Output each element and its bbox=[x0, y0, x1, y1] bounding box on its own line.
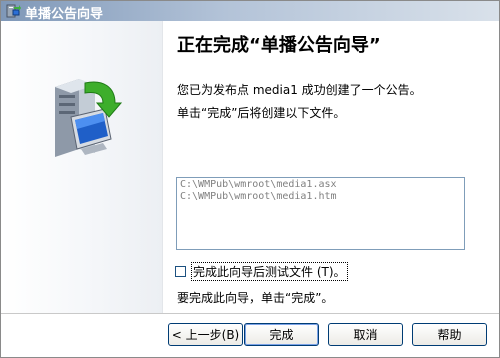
success-message: 您已为发布点 media1 成功创建了一个公告。 bbox=[177, 83, 422, 97]
file-path: C:\WMPub\wmroot\media1.htm bbox=[180, 191, 337, 202]
cancel-button[interactable]: 取消 bbox=[328, 323, 403, 346]
test-files-label[interactable]: 完成此向导后测试文件 (T)。 bbox=[191, 261, 348, 281]
finish-button[interactable]: 完成 bbox=[244, 323, 319, 346]
file-path: C:\WMPub\wmroot\media1.asx bbox=[180, 179, 337, 190]
app-icon bbox=[6, 4, 21, 18]
back-button[interactable]: < 上一步(B) bbox=[168, 323, 243, 346]
finish-instruction: 要完成此向导，单击“完成”。 bbox=[177, 291, 334, 305]
page-title: 正在完成“单播公告向导” bbox=[177, 35, 381, 56]
server-arrow-icon bbox=[55, 79, 123, 157]
created-files-list[interactable]: C:\WMPub\wmroot\media1.asx C:\WMPub\wmro… bbox=[176, 177, 465, 250]
wizard-window: 单播公告向导 正在完成“单播公告向导” 您已为发布点 media1 成功创建了一… bbox=[0, 0, 500, 358]
test-files-checkbox[interactable] bbox=[175, 265, 186, 277]
files-intro: 单击“完成”后将创建以下文件。 bbox=[177, 106, 346, 120]
test-files-option[interactable]: 完成此向导后测试文件 (T)。 bbox=[175, 261, 348, 281]
title-bar[interactable]: 单播公告向导 bbox=[1, 1, 499, 22]
window-title: 单播公告向导 bbox=[25, 7, 104, 22]
help-button[interactable]: 帮助 bbox=[412, 323, 487, 346]
wizard-side-panel bbox=[1, 21, 163, 313]
